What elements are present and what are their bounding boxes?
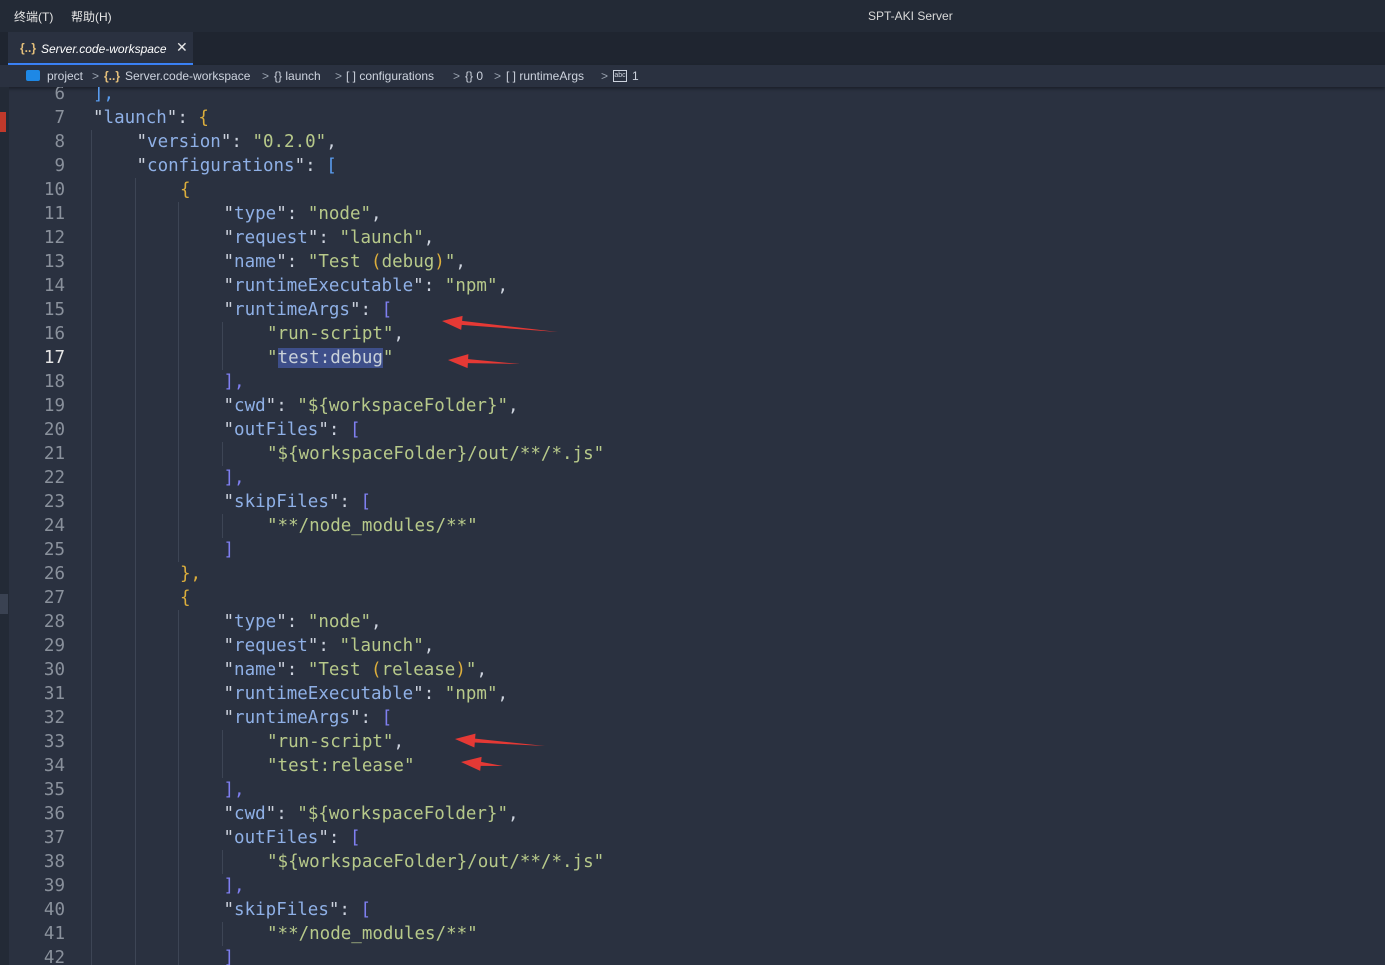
arrow-line-33 — [455, 733, 545, 748]
annotation-layer — [442, 315, 558, 771]
arrow-line-34 — [461, 756, 503, 771]
arrow-line-17 — [448, 354, 520, 369]
arrow-line-16 — [442, 315, 558, 332]
